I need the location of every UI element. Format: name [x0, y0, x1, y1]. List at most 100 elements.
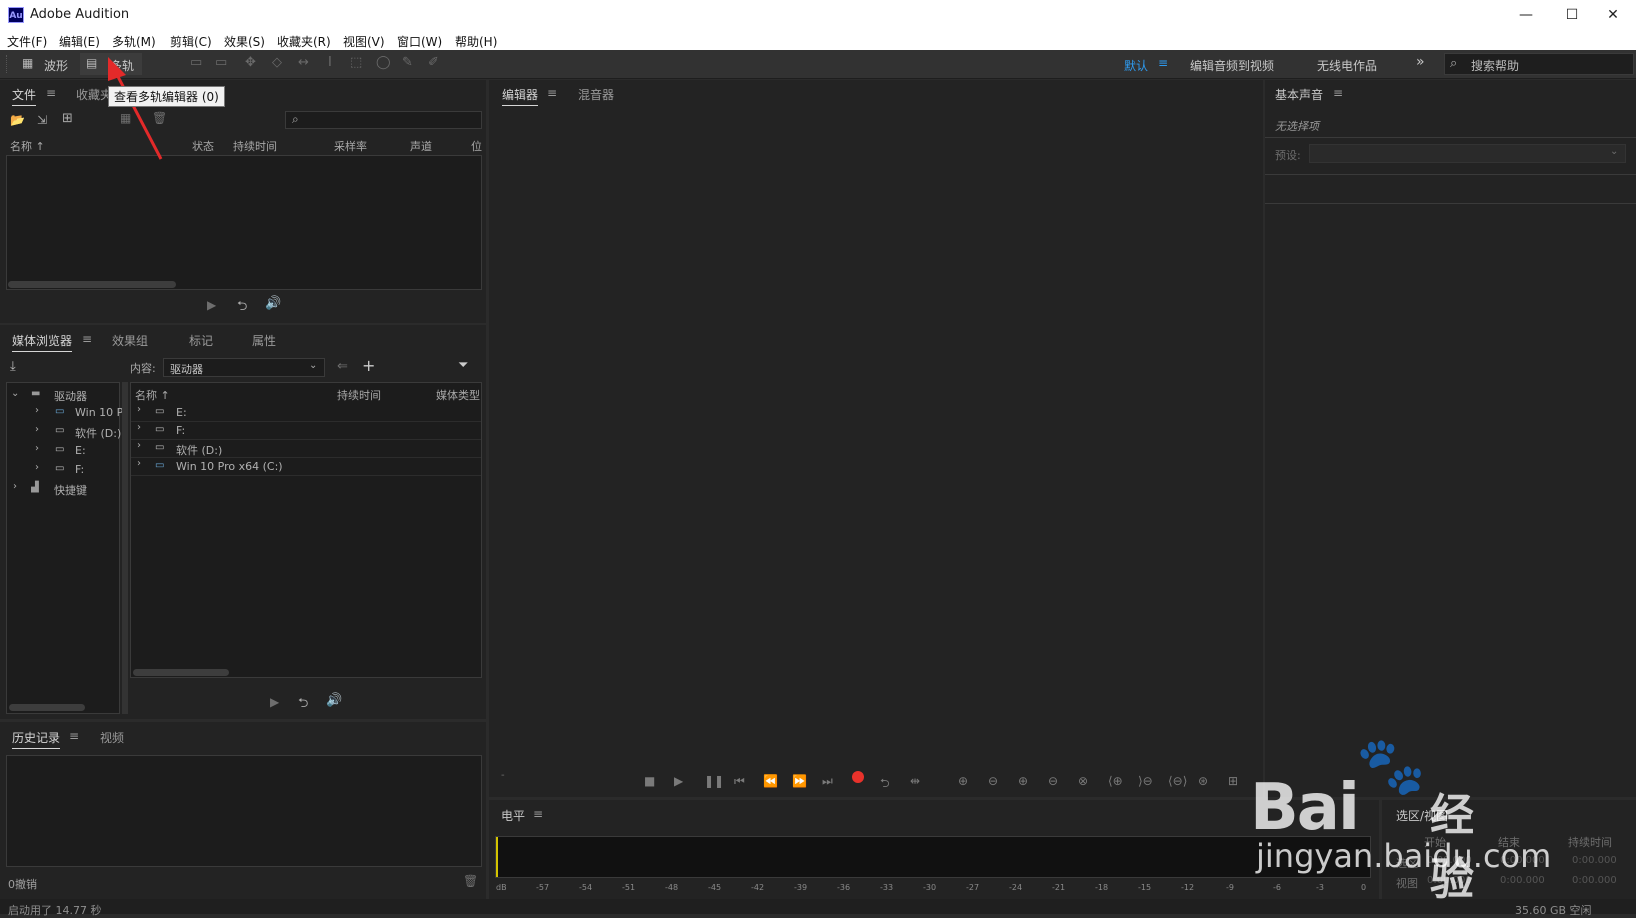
zoom-in-amplitude-icon[interactable]: ⊕	[958, 774, 968, 788]
files-col-status[interactable]: 状态	[192, 138, 214, 154]
expand-right-icon[interactable]: ›	[137, 440, 141, 451]
view-duration-value[interactable]: 0:00.000	[1572, 875, 1617, 886]
files-col-duration[interactable]: 持续时间	[233, 138, 277, 154]
media-play-icon[interactable]: ▶	[270, 695, 279, 709]
list-item[interactable]: › ▭ E:	[131, 403, 481, 422]
marquee-selection-icon[interactable]: ⬚	[350, 55, 362, 70]
drive-tree[interactable]: ⌄ ▬ 驱动器 › ▭ Win 10 P › ▭ 软件 (D:) › ▭ E: …	[6, 382, 123, 714]
zoom-in-point-icon[interactable]: ⟨⊕	[1108, 774, 1123, 788]
files-col-samplerate[interactable]: 采样率	[334, 138, 367, 154]
tree-scrollbar[interactable]	[9, 704, 85, 711]
slip-tool-icon[interactable]: ↔	[298, 55, 309, 70]
spectral-frequency-icon[interactable]: ▭	[190, 55, 202, 70]
zoom-out-full-icon[interactable]: ⊗	[1078, 774, 1088, 788]
files-scrollbar[interactable]	[8, 281, 176, 288]
lasso-selection-icon[interactable]: ◯	[376, 55, 391, 70]
menu-favorites[interactable]: 收藏夹(R)	[277, 33, 331, 50]
expand-right-icon[interactable]: ›	[137, 404, 141, 415]
brush-selection-icon[interactable]: ✎	[402, 55, 413, 70]
tab-mixer[interactable]: 混音器	[578, 86, 614, 103]
skip-selection-icon[interactable]: ⇹	[910, 774, 920, 788]
menu-view[interactable]: 视图(V)	[343, 33, 385, 50]
selection-duration-value[interactable]: 0:00.000	[1572, 855, 1617, 866]
move-tool-icon[interactable]: ✥	[245, 55, 256, 70]
files-autoplay-icon[interactable]: 🔊	[265, 296, 281, 311]
files-panel-menu-icon[interactable]: ≡	[46, 86, 56, 100]
time-selection-icon[interactable]: I	[328, 55, 332, 70]
loop-playback-icon[interactable]: ⮌	[880, 774, 890, 795]
files-search-input[interactable]: ⌕	[285, 111, 482, 129]
expand-right-icon[interactable]: ›	[35, 462, 39, 473]
files-col-channels[interactable]: 声道	[410, 138, 432, 154]
media-panel-menu-icon[interactable]: ≡	[82, 332, 92, 346]
stop-icon[interactable]: ■	[644, 774, 655, 788]
files-play-icon[interactable]: ▶	[207, 298, 216, 312]
expand-right-icon[interactable]: ›	[35, 405, 39, 416]
filter-icon[interactable]: ⏷	[458, 358, 468, 373]
level-panel-menu-icon[interactable]: ≡	[533, 807, 543, 821]
menu-file[interactable]: 文件(F)	[7, 33, 47, 50]
spot-healing-icon[interactable]: ✐	[428, 55, 439, 70]
media-loop-icon[interactable]: ⮌	[298, 694, 308, 716]
media-list-scrollbar[interactable]	[133, 669, 229, 676]
media-col-type[interactable]: 媒体类型	[436, 387, 480, 403]
essential-sound-menu-icon[interactable]: ≡	[1333, 86, 1343, 100]
workspace-edit-audio-to-video[interactable]: 编辑音频到视频	[1190, 57, 1274, 74]
tab-effects-rack[interactable]: 效果组	[112, 332, 148, 349]
splitter-handle[interactable]	[122, 382, 128, 714]
maximize-button[interactable]: ☐	[1549, 0, 1595, 30]
expand-right-icon[interactable]: ›	[137, 458, 141, 469]
open-file-icon[interactable]: 📂	[10, 113, 25, 127]
record-button[interactable]	[852, 771, 864, 783]
media-file-list[interactable]: 名称 ↑ 持续时间 媒体类型 › ▭ E: › ▭ F: › ▭ 软件 (D:)…	[130, 382, 482, 678]
history-list[interactable]	[6, 755, 482, 867]
workspace-menu-icon[interactable]: ≡	[1158, 56, 1168, 70]
zoom-out-point-icon[interactable]: ⟩⊖	[1138, 774, 1153, 788]
zoom-out-time-icon[interactable]: ⊖	[1048, 774, 1058, 788]
rewind-icon[interactable]: ⏪	[763, 774, 778, 788]
close-button[interactable]: ✕	[1590, 0, 1636, 30]
zoom-reset-icon[interactable]: ⊞	[1228, 774, 1238, 788]
play-icon[interactable]: ▶	[674, 774, 683, 788]
fast-forward-icon[interactable]: ⏩	[792, 774, 807, 788]
search-help-input[interactable]: ⌕ 搜索帮助	[1444, 53, 1634, 75]
expand-down-icon[interactable]: ⌄	[11, 388, 19, 399]
razor-tool-icon[interactable]: ◇	[272, 55, 282, 70]
more-workspaces-icon[interactable]: »	[1416, 54, 1425, 70]
history-delete-icon[interactable]: 🗑	[463, 874, 478, 888]
tab-history[interactable]: 历史记录	[12, 729, 61, 749]
minimize-button[interactable]: —	[1503, 0, 1549, 30]
media-col-duration[interactable]: 持续时间	[337, 387, 381, 403]
zoom-selection-icon[interactable]: ⟨⊖⟩	[1168, 774, 1187, 788]
tab-media-browser[interactable]: 媒体浏览器	[12, 332, 73, 352]
spectral-pitch-icon[interactable]: ▭	[215, 55, 227, 70]
media-autoplay-icon[interactable]: 🔊	[326, 693, 342, 708]
media-col-name[interactable]: 名称 ↑	[135, 387, 170, 403]
workspace-default[interactable]: 默认	[1124, 57, 1148, 74]
workspace-radio-production[interactable]: 无线电作品	[1317, 57, 1377, 74]
menu-help[interactable]: 帮助(H)	[455, 33, 497, 50]
files-loop-icon[interactable]: ⮌	[237, 297, 247, 319]
zoom-out-amplitude-icon[interactable]: ⊖	[988, 774, 998, 788]
preset-select[interactable]: ⌄	[1309, 144, 1626, 163]
menu-multitrack[interactable]: 多轨(M)	[112, 33, 156, 50]
add-shortcut-icon[interactable]: +	[362, 356, 375, 375]
tab-video[interactable]: 视频	[100, 729, 124, 746]
import-file-icon[interactable]: ⇲	[37, 113, 47, 127]
zoom-tracks-icon[interactable]: ⊛	[1198, 774, 1208, 788]
new-file-icon[interactable]: ⊞	[62, 111, 73, 126]
files-col-bits[interactable]: 位	[471, 138, 482, 154]
expand-right-icon[interactable]: ›	[35, 443, 39, 454]
history-panel-menu-icon[interactable]: ≡	[69, 729, 79, 743]
list-item[interactable]: › ▭ 软件 (D:)	[131, 439, 481, 458]
files-col-name[interactable]: 名称 ↑	[10, 138, 45, 154]
tab-markers[interactable]: 标记	[189, 332, 213, 349]
tab-editor[interactable]: 编辑器	[502, 86, 539, 106]
media-import-icon[interactable]: ⤓	[10, 359, 16, 374]
view-end-value[interactable]: 0:00.000	[1500, 875, 1545, 886]
expand-right-icon[interactable]: ›	[35, 424, 39, 435]
content-select[interactable]: 驱动器 ⌄	[163, 358, 325, 377]
zoom-in-time-icon[interactable]: ⊕	[1018, 774, 1028, 788]
list-item[interactable]: › ▭ Win 10 Pro x64 (C:)	[131, 457, 481, 476]
go-to-end-icon[interactable]: ⏭	[822, 774, 833, 789]
